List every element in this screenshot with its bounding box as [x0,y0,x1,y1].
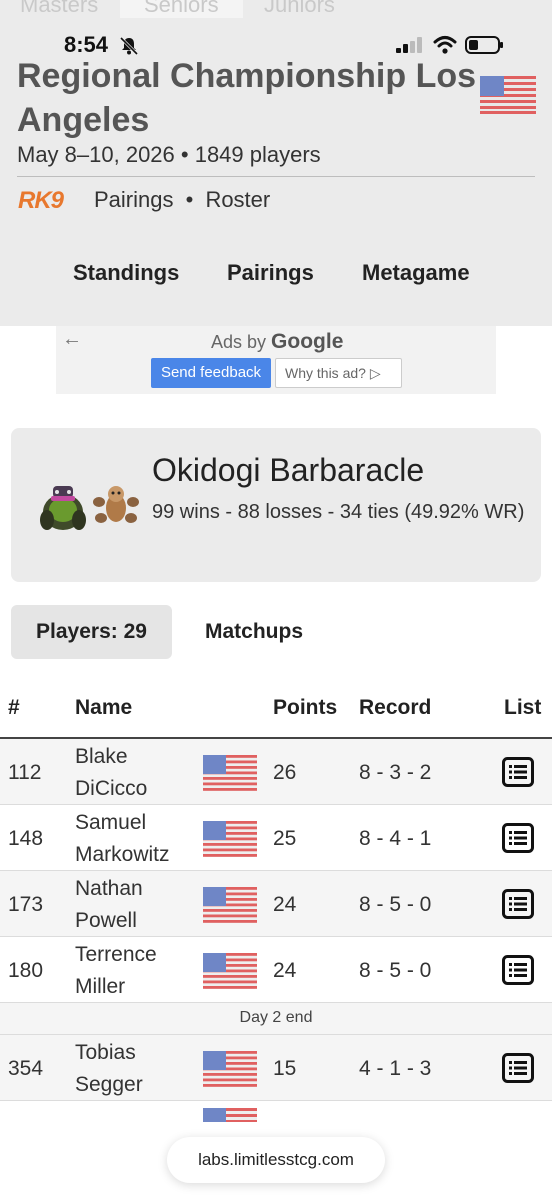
player-name[interactable]: Terrence Miller [75,939,200,1003]
tab-players[interactable]: Players: 29 [11,605,172,659]
deck-name: Okidogi Barbaracle [152,452,425,488]
player-name[interactable]: Tobias Segger [75,1037,200,1101]
tab-masters[interactable]: Masters [20,0,98,18]
player-rank: 354 [8,1057,44,1080]
deck-card: Okidogi Barbaracle 99 wins - 88 losses -… [11,428,541,582]
rk9-logo[interactable]: RK9 [18,187,64,215]
player-name[interactable]: Samuel Markowitz [75,807,200,871]
player-rank: 112 [8,761,42,784]
day2-end-divider: Day 2 end [0,1003,552,1035]
battery-icon [465,36,503,54]
tab-seniors[interactable]: Seniors [120,0,243,18]
player-rank: 180 [8,959,44,982]
player-points: 24 [273,893,297,916]
cell-signal-icon [396,37,422,53]
back-arrow-icon[interactable]: ← [62,328,82,351]
player-points: 26 [273,761,297,784]
col-list: List [504,696,542,719]
wifi-icon [433,36,457,54]
player-record: 8 - 5 - 0 [359,959,432,982]
nav-metagame[interactable]: Metagame [362,260,470,286]
player-name[interactable]: Blake DiCicco [75,741,200,805]
decklist-icon[interactable] [502,955,534,985]
table-row[interactable]: 180 Terrence Miller 24 8 - 5 - 0 [0,937,552,1003]
player-record: 4 - 1 - 3 [359,1057,432,1080]
event-title: Regional Championship Los Angeles [17,57,477,139]
decklist-icon[interactable] [502,757,534,787]
okidogi-sprite-icon [40,486,86,530]
deck-stats: 99 wins - 88 losses - 34 ties (49.92% WR… [152,501,525,523]
table-row[interactable]: 148 Samuel Markowitz 25 8 - 4 - 1 [0,805,552,871]
usa-flag-icon [203,821,257,857]
player-points: 24 [273,959,297,982]
player-record: 8 - 3 - 2 [359,761,432,784]
usa-flag-icon [203,887,257,923]
link-separator: • [185,187,194,212]
roster-link[interactable]: Roster [205,187,270,212]
decklist-icon[interactable] [502,823,534,853]
pairings-link[interactable]: Pairings [94,187,173,212]
division-tabs: Masters Seniors Juniors [0,0,552,24]
player-rank: 173 [8,893,44,916]
usa-flag-icon [203,953,257,989]
table-row[interactable]: 173 Nathan Powell 24 8 - 5 - 0 [0,871,552,937]
bell-muted-icon [119,36,139,56]
send-feedback-button[interactable]: Send feedback [151,358,271,388]
usa-flag-icon [203,755,257,791]
source-links: Pairings • Roster [94,187,276,213]
ad-banner: ← Ads by Google Send feedback Why this a… [56,326,496,394]
player-points: 25 [273,827,297,850]
col-rank[interactable]: # [8,696,20,720]
ad-label: Ads by Google [211,330,343,354]
col-name[interactable]: Name [75,696,132,720]
decklist-icon[interactable] [502,889,534,919]
player-rank: 148 [8,827,44,850]
col-record[interactable]: Record [359,696,431,720]
barbaracle-sprite-icon [93,486,139,523]
why-this-ad-button[interactable]: Why this ad? ▷ [275,358,402,388]
event-meta: May 8–10, 2026 • 1849 players [17,142,321,167]
partial-row [0,1102,552,1122]
col-points[interactable]: Points [273,696,337,720]
event-header: Masters Seniors Juniors 8:54 Regional Ch… [0,0,552,326]
player-name[interactable]: Nathan Powell [75,873,200,937]
decklist-icon[interactable] [502,1053,534,1083]
tab-juniors[interactable]: Juniors [264,0,335,18]
ad-label-prefix: Ads by [211,332,267,352]
nav-standings[interactable]: Standings [73,260,179,286]
player-record: 8 - 5 - 0 [359,893,432,916]
table-row[interactable]: 354 Tobias Segger 15 4 - 1 - 3 [0,1035,552,1101]
header-divider [17,176,535,177]
usa-flag-icon [480,76,536,114]
tab-matchups[interactable]: Matchups [205,605,303,659]
player-record: 8 - 4 - 1 [359,827,432,850]
player-points: 15 [273,1057,297,1080]
url-bar[interactable]: labs.limitlesstcg.com [167,1137,385,1183]
usa-flag-icon [203,1051,257,1087]
google-brand: Google [271,330,344,353]
nav-pairings[interactable]: Pairings [227,260,314,286]
usa-flag-icon [203,1108,257,1122]
table-row[interactable]: 112 Blake DiCicco 26 8 - 3 - 2 [0,739,552,805]
